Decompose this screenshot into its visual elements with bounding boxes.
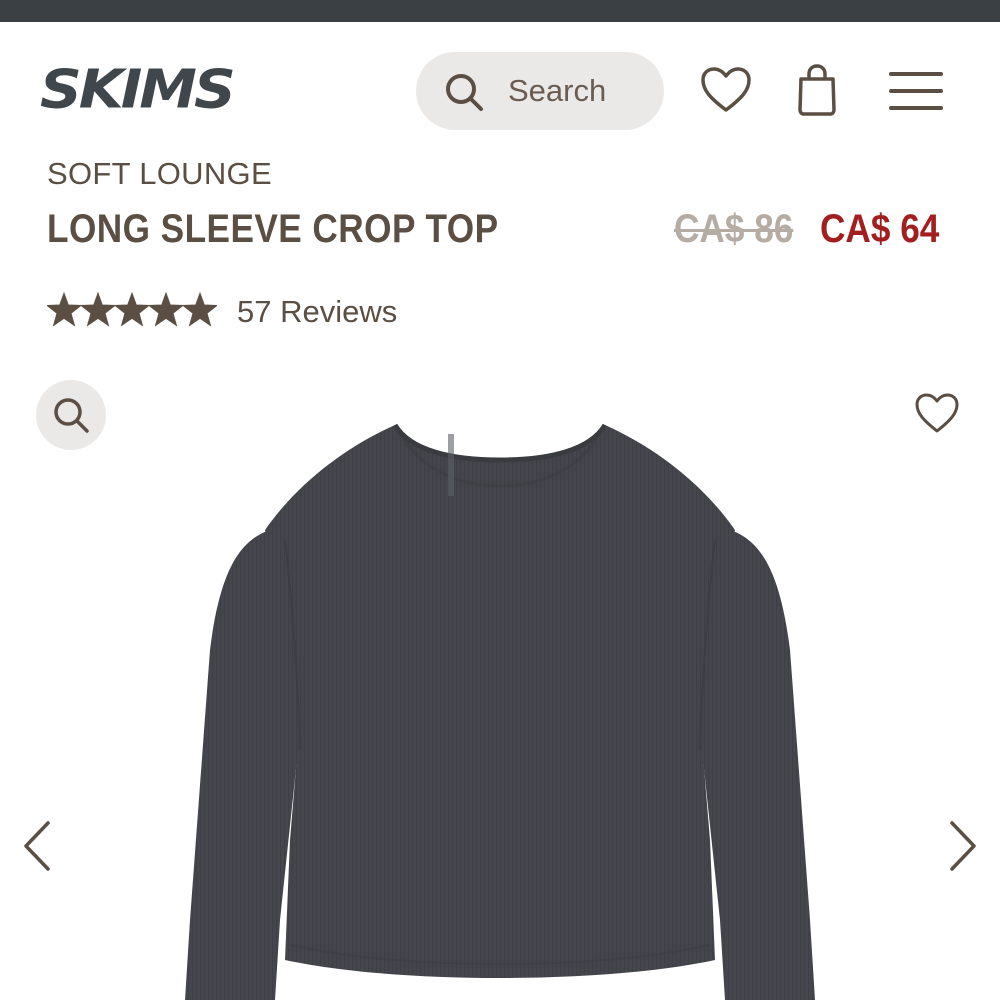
- menu-icon[interactable]: [888, 70, 944, 112]
- original-price: CA$ 86: [674, 207, 794, 251]
- star-icon: [181, 292, 217, 327]
- product-gallery: [0, 370, 1000, 1000]
- search-icon: [446, 74, 483, 111]
- star-icon: [47, 292, 83, 327]
- star-rating-icon: [47, 292, 217, 327]
- product-title: LONG SLEEVE CROP TOP: [47, 207, 499, 251]
- status-bar-strip: [0, 0, 1000, 22]
- sale-price: CA$ 64: [820, 207, 940, 251]
- search-label: Search: [508, 73, 607, 108]
- product-collection: SOFT LOUNGE: [47, 156, 272, 191]
- chevron-right-icon[interactable]: [946, 818, 980, 874]
- zoom-button[interactable]: [36, 380, 106, 450]
- gallery-heart-icon[interactable]: [914, 392, 960, 434]
- reviews-link[interactable]: 57 Reviews: [237, 294, 397, 330]
- brand-logo[interactable]: SKIMS: [40, 60, 236, 117]
- bag-icon[interactable]: [796, 64, 838, 116]
- star-icon: [113, 292, 151, 327]
- zoom-icon: [54, 398, 89, 433]
- product-page: SKIMS Search SOFT LOUNGE LONG SLEEVE CRO…: [0, 0, 1000, 1000]
- chevron-left-icon[interactable]: [20, 818, 54, 874]
- star-icon: [147, 292, 185, 327]
- star-icon: [79, 292, 117, 327]
- wishlist-heart-icon[interactable]: [700, 66, 752, 114]
- product-image: [185, 423, 815, 1000]
- search-button[interactable]: Search: [416, 52, 664, 130]
